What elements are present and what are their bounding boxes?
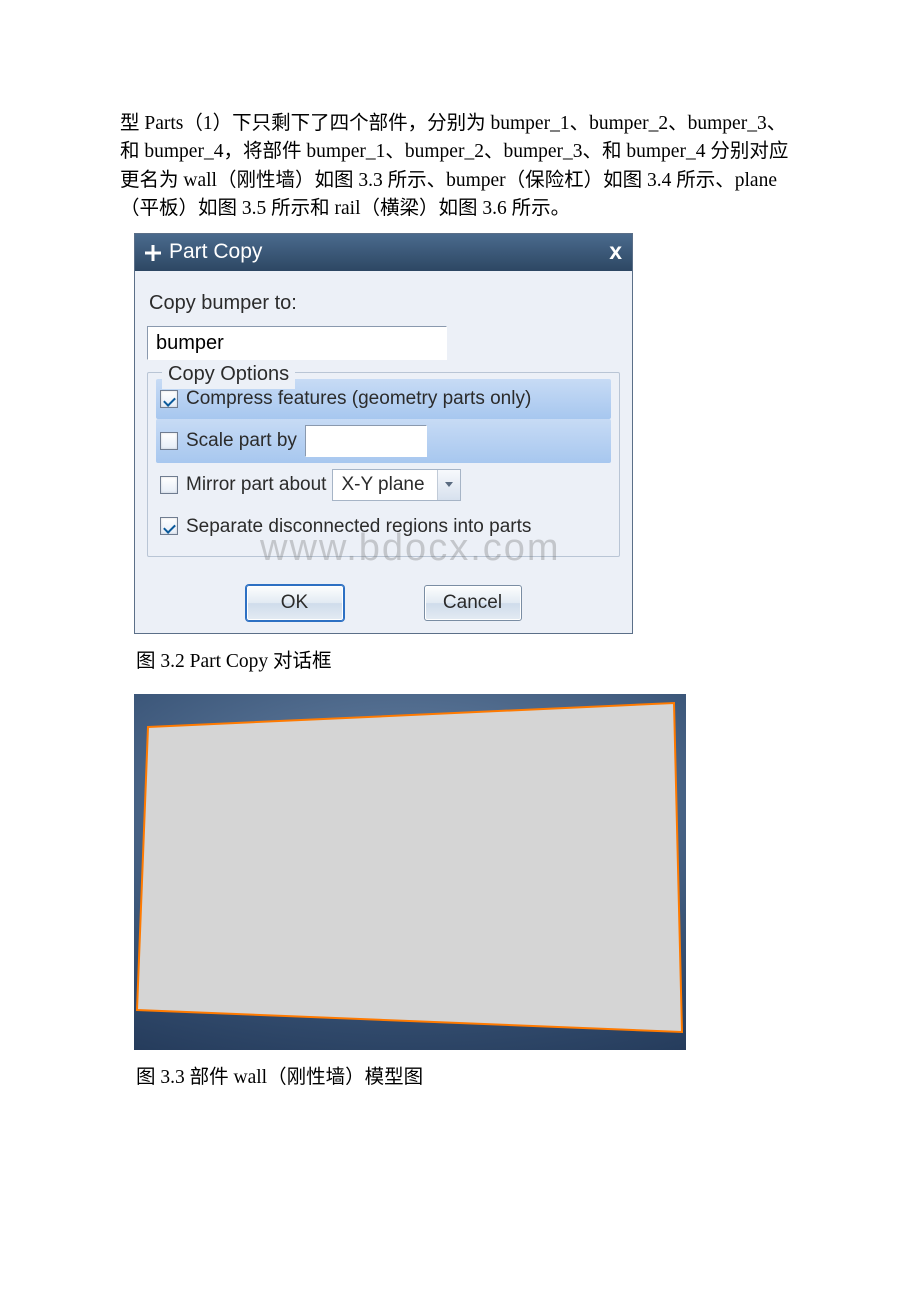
part-copy-dialog: Part Copy x Copy bumper to: Copy Options… — [134, 233, 633, 634]
mirror-plane-value: X-Y plane — [333, 471, 437, 499]
dialog-body: Copy bumper to: Copy Options Compress fe… — [135, 271, 632, 569]
part-name-input[interactable] — [147, 326, 447, 360]
separate-option-row[interactable]: Separate disconnected regions into parts — [156, 507, 611, 547]
mirror-label: Mirror part about — [186, 471, 326, 499]
close-icon[interactable]: x — [609, 235, 622, 268]
copy-options-group: Copy Options Compress features (geometry… — [147, 372, 620, 557]
body-paragraph: 型 Parts（1）下只剩下了四个部件，分别为 bumper_1、bumper_… — [120, 110, 800, 223]
mirror-plane-combo[interactable]: X-Y plane — [332, 469, 461, 501]
checkbox-checked-icon[interactable] — [160, 517, 178, 535]
wall-part-viewport — [134, 694, 686, 1050]
ok-button[interactable]: OK — [246, 585, 344, 621]
document-page: 型 Parts（1）下只剩下了四个部件，分别为 bumper_1、bumper_… — [0, 0, 920, 1171]
separate-label: Separate disconnected regions into parts — [186, 513, 531, 541]
copy-to-label: Copy bumper to: — [149, 289, 620, 318]
checkbox-checked-icon[interactable] — [160, 390, 178, 408]
plus-icon — [145, 245, 161, 261]
figure-3-3-caption: 图 3.3 部件 wall（刚性墙）模型图 — [136, 1064, 800, 1092]
mirror-option-row[interactable]: Mirror part about X-Y plane — [156, 463, 611, 507]
checkbox-unchecked-icon[interactable] — [160, 432, 178, 450]
wall-geometry-icon — [134, 694, 686, 1050]
figure-3-2-caption: 图 3.2 Part Copy 对话框 — [136, 648, 800, 676]
cancel-button[interactable]: Cancel — [424, 585, 522, 621]
scale-label: Scale part by — [186, 427, 297, 455]
dialog-titlebar[interactable]: Part Copy x — [135, 234, 632, 271]
dialog-title: Part Copy — [169, 237, 262, 267]
dialog-button-bar: OK Cancel — [135, 569, 632, 633]
copy-options-legend: Copy Options — [162, 360, 295, 389]
scale-value-input[interactable] — [305, 425, 427, 457]
chevron-down-icon[interactable] — [437, 470, 460, 500]
scale-option-row[interactable]: Scale part by — [156, 419, 611, 463]
checkbox-unchecked-icon[interactable] — [160, 476, 178, 494]
compress-label: Compress features (geometry parts only) — [186, 385, 531, 413]
